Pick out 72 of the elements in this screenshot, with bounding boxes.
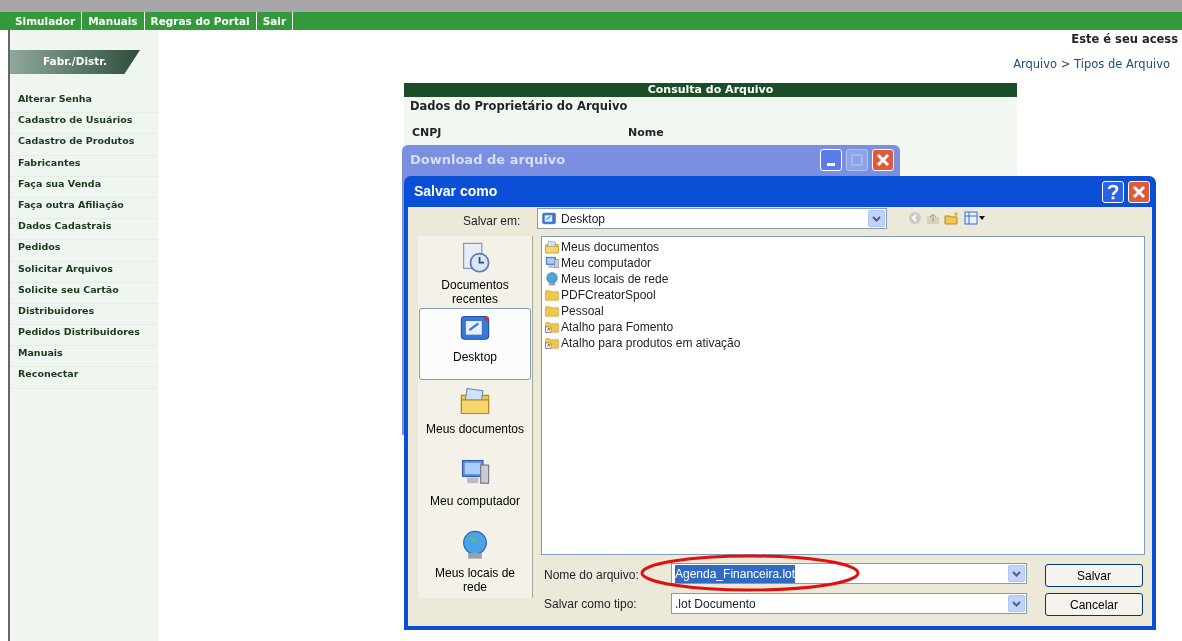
- sidebar-item[interactable]: Dados Cadastrais: [10, 219, 158, 241]
- sidebar-item[interactable]: Faça outra Afiliação: [10, 197, 158, 220]
- file-item[interactable]: Meus documentos: [561, 238, 660, 256]
- close-icon: [1132, 184, 1146, 199]
- caret-icon: [1012, 600, 1021, 607]
- sidebar-item[interactable]: Pedidos Distribuidores: [10, 325, 158, 347]
- places-bar-item[interactable]: Desktop: [419, 308, 531, 380]
- field-label: Salvar como tipo:: [544, 596, 637, 613]
- filename-field[interactable]: Agenda_Financeira.lot: [671, 563, 1027, 584]
- field-label: Salvar em:: [463, 213, 521, 230]
- sidebar-header: Fabr./Distr.: [10, 50, 140, 74]
- minimize-icon: [827, 162, 835, 166]
- folder-icon: [544, 303, 560, 319]
- up-folder-icon[interactable]: [926, 211, 940, 225]
- sidebar-item[interactable]: Faça sua Venda: [10, 176, 158, 198]
- panel-title: Consulta do Arquivo: [404, 83, 1017, 97]
- caret-icon: [872, 215, 881, 222]
- file-item[interactable]: Meu computador: [561, 254, 652, 272]
- field-label: Nome do arquivo:: [544, 567, 639, 584]
- dropdown-value: Desktop: [561, 210, 606, 228]
- dropdown-arrow-button[interactable]: [1008, 595, 1025, 612]
- sidebar-item[interactable]: Reconectar: [10, 367, 158, 389]
- places-bar-item[interactable]: Meu computador: [419, 452, 531, 524]
- close-button[interactable]: [872, 149, 894, 171]
- folder-icon: [544, 287, 560, 303]
- window-title: Download de arquivo: [410, 151, 566, 170]
- help-button[interactable]: [1102, 180, 1124, 203]
- globe-computer-icon: [544, 271, 560, 287]
- dropdown-value: .lot Documento: [675, 595, 756, 613]
- sidebar-item[interactable]: Solicite seu Cartão: [10, 282, 158, 304]
- dropdown-arrow-button[interactable]: [1008, 565, 1025, 582]
- sidebar-item[interactable]: Manuais: [10, 346, 158, 368]
- save-button[interactable]: Salvar: [1045, 564, 1143, 587]
- file-item[interactable]: Atalho para Fomento: [561, 318, 674, 336]
- maximize-icon: [851, 154, 863, 166]
- file-item[interactable]: Atalho para produtos em ativação: [561, 334, 741, 352]
- column-header: Nome: [627, 125, 664, 142]
- sidebar-item[interactable]: Pedidos: [10, 240, 158, 262]
- places-bar-item[interactable]: Meus locais de rede: [419, 524, 531, 596]
- caret-icon: [1012, 570, 1021, 577]
- places-bar-item[interactable]: Documentos recentes: [419, 236, 531, 308]
- desktop-icon: [541, 210, 557, 227]
- nav-link[interactable]: Sair: [256, 12, 294, 30]
- cancel-button[interactable]: Cancelar: [1045, 593, 1143, 616]
- dialog-title: Salvar como: [414, 182, 498, 201]
- folder-document-icon: [544, 239, 560, 255]
- places-bar-item[interactable]: Meus documentos: [419, 380, 531, 452]
- sidebar-item[interactable]: Fabricantes: [10, 155, 158, 177]
- filename-value: Agenda_Financeira.lot: [675, 564, 796, 583]
- close-button[interactable]: [1128, 180, 1150, 203]
- file-item[interactable]: Pessoal: [561, 302, 604, 320]
- location-dropdown[interactable]: Desktop: [537, 208, 887, 229]
- view-menu-icon[interactable]: [964, 211, 986, 225]
- file-item[interactable]: PDFCreatorSpool: [561, 286, 656, 304]
- sidebar-item[interactable]: Cadastro de Produtos: [10, 134, 158, 156]
- sidebar-item[interactable]: Solicitar Arquivos: [10, 261, 158, 283]
- minimize-button[interactable]: [820, 149, 842, 171]
- sidebar-item[interactable]: Distribuidores: [10, 303, 158, 326]
- file-type-dropdown[interactable]: .lot Documento: [671, 593, 1027, 614]
- file-item[interactable]: Meus locais de rede: [561, 270, 669, 288]
- close-icon: [876, 153, 890, 167]
- welcome-text: Este é seu acess: [1071, 31, 1178, 48]
- section-title: Dados do Proprietário do Arquivo: [409, 98, 629, 115]
- computer-icon: [544, 255, 560, 271]
- breadcrumb[interactable]: Arquivo > Tipos de Arquivo: [1013, 56, 1170, 74]
- question-mark-icon: [1106, 183, 1120, 200]
- shortcut-folder-icon: [544, 335, 560, 351]
- sidebar-item[interactable]: Alterar Senha: [10, 92, 158, 114]
- shortcut-folder-icon: [544, 319, 560, 335]
- sidebar-item[interactable]: Cadastro de Usuários: [10, 113, 158, 135]
- dropdown-arrow-button[interactable]: [868, 210, 885, 227]
- column-header: CNPJ: [411, 125, 443, 142]
